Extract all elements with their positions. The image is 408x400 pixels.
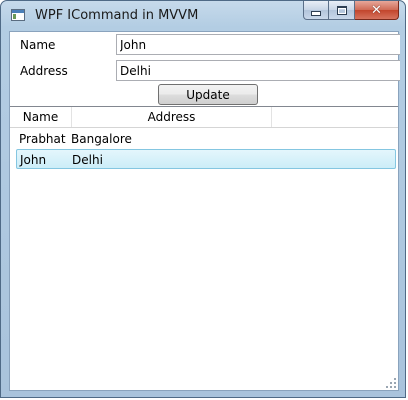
list-item[interactable]: Prabhat Bangalore (16, 129, 396, 149)
cell-address: Bangalore (71, 132, 132, 146)
people-listview[interactable]: Name Address Prabhat Bangalore John Delh… (10, 106, 398, 390)
column-header-address[interactable]: Address (72, 107, 272, 127)
cell-name: John (20, 153, 47, 167)
close-icon: ✕ (371, 2, 382, 18)
title-bar[interactable]: WPF ICommand in MVVM ✕ (1, 1, 405, 31)
cell-address: Delhi (72, 153, 103, 167)
address-row: Address (10, 58, 400, 82)
window-title: WPF ICommand in MVVM (35, 8, 199, 23)
update-button[interactable]: Update (158, 84, 258, 105)
close-button[interactable]: ✕ (355, 1, 399, 20)
resize-grip-icon[interactable] (384, 376, 396, 388)
maximize-button[interactable] (329, 1, 355, 20)
minimize-icon (311, 10, 321, 16)
list-item-selected[interactable]: John Delhi (16, 149, 396, 169)
minimize-button[interactable] (303, 1, 329, 20)
address-label: Address (20, 64, 68, 78)
cell-name: Prabhat (19, 132, 66, 146)
address-input[interactable] (116, 60, 400, 81)
name-row: Name (10, 32, 400, 56)
caption-buttons: ✕ (303, 1, 399, 21)
client-area: Name Address Update Name Address Prabhat… (9, 31, 400, 391)
maximize-icon (336, 5, 347, 15)
name-label: Name (20, 38, 56, 52)
name-input[interactable] (116, 34, 400, 55)
app-icon[interactable] (11, 9, 25, 21)
main-window: WPF ICommand in MVVM ✕ Name Address Upda… (0, 0, 406, 398)
listview-header: Name Address (10, 107, 398, 128)
column-header-name[interactable]: Name (10, 107, 72, 127)
